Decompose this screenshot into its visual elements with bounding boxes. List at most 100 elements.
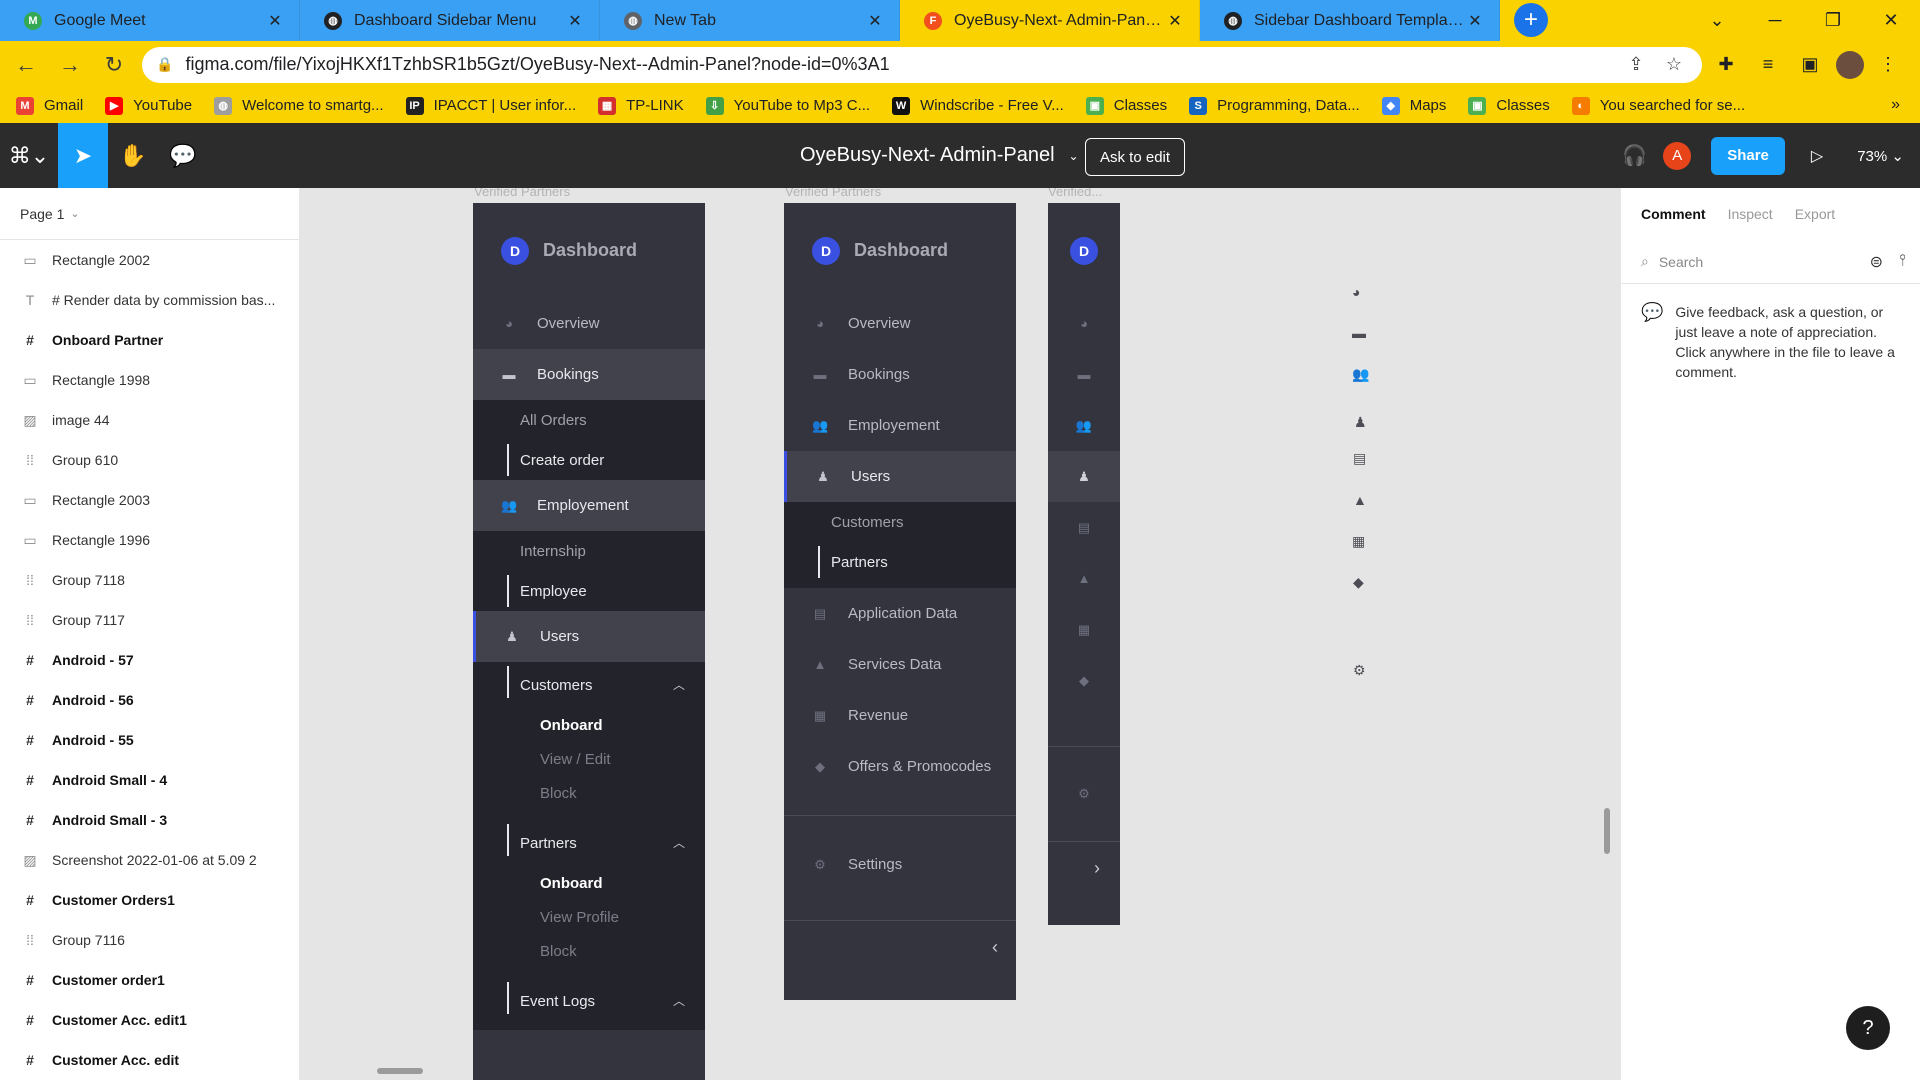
bookmark-item[interactable]: ▣ Classes	[1468, 96, 1550, 115]
sub-internship[interactable]: Internship	[473, 531, 705, 571]
layer-item[interactable]: # Onboard Partner	[0, 320, 299, 360]
reload-icon[interactable]: ↻	[96, 47, 132, 83]
sidebar-frame-full[interactable]: D Dashboard ◕ Overview ▬ Bookings 👥 Employe…	[784, 203, 1016, 1000]
sub-create-order[interactable]: Create order	[473, 440, 705, 480]
design-canvas[interactable]: Verified Partners Verified Partners Veri…	[300, 188, 1620, 1080]
sub-employee[interactable]: Employee	[473, 571, 705, 611]
horizontal-scrollbar[interactable]	[377, 1068, 423, 1074]
tab-inspect[interactable]: Inspect	[1728, 206, 1773, 222]
frame-label[interactable]: Verified...	[1048, 188, 1102, 199]
sub-partners[interactable]: Partners	[784, 542, 1016, 582]
subsub-block[interactable]: Block	[473, 934, 705, 968]
layer-item[interactable]: # Android - 56	[0, 680, 299, 720]
bookmark-item[interactable]: ◆ Maps	[1381, 96, 1446, 115]
tab-export[interactable]: Export	[1795, 206, 1835, 222]
user-avatar[interactable]: A	[1663, 141, 1692, 170]
subsub-onboard[interactable]: Onboard	[473, 866, 705, 900]
close-window-icon[interactable]: ✕	[1862, 0, 1920, 41]
address-bar[interactable]: 🔒 figma.com/file/YixojHKXf1TzhbSR1b5Gzt/…	[142, 46, 1702, 83]
nav-settings[interactable]: ⚙ Settings	[784, 839, 1016, 890]
sub-customers[interactable]: Customers	[784, 502, 1016, 542]
nav-services-data[interactable]: ▲ Services Data	[784, 639, 1016, 690]
tag-icon[interactable]: ◆	[1353, 574, 1364, 591]
layer-item[interactable]: ⁞⁞ Group 7117	[0, 600, 299, 640]
url-text[interactable]: figma.com/file/YixojHKXf1TzhbSR1b5Gzt/Oy…	[185, 54, 1612, 75]
layer-item[interactable]: ▨ image 44	[0, 400, 299, 440]
tab-search-icon[interactable]: ⌄	[1688, 0, 1746, 41]
revenue-icon[interactable]: ▦	[1048, 604, 1120, 655]
subsub-onboard[interactable]: Onboard	[473, 708, 705, 742]
present-play-icon[interactable]: ▷	[1811, 146, 1823, 166]
layer-item[interactable]: # Customer order1	[0, 960, 299, 1000]
filter-icon[interactable]: ⊜	[1870, 252, 1883, 272]
layer-item[interactable]: T # Render data by commission bas...	[0, 280, 299, 320]
gear-icon[interactable]: ⚙	[1353, 662, 1366, 679]
bookmark-item[interactable]: ▣ Classes	[1085, 96, 1167, 115]
search-placeholder[interactable]: Search	[1659, 254, 1703, 270]
bookmarks-overflow-icon[interactable]: »	[1891, 96, 1900, 114]
share-page-icon[interactable]: ⇪	[1622, 54, 1650, 75]
browser-tab[interactable]: M Google Meet ✕	[0, 0, 300, 41]
layer-item[interactable]: ▭ Rectangle 1998	[0, 360, 299, 400]
frame-label[interactable]: Verified Partners	[474, 188, 570, 199]
shapes-icon[interactable]: ▲	[1048, 553, 1120, 604]
vertical-scrollbar[interactable]	[1604, 808, 1610, 854]
layer-item[interactable]: ⁞⁞ Group 610	[0, 440, 299, 480]
close-icon[interactable]: ✕	[565, 11, 585, 31]
bookmark-item[interactable]: IP IPACCT | User infor...	[405, 96, 576, 115]
zoom-level[interactable]: 73% ⌄	[1857, 147, 1904, 165]
group-icon[interactable]: 👥	[1048, 400, 1120, 451]
tag-icon[interactable]: ◆	[1048, 655, 1120, 706]
ask-to-edit-button[interactable]: Ask to edit	[1085, 138, 1186, 176]
media-queue-icon[interactable]: ≡	[1750, 47, 1786, 83]
browser-tab[interactable]: ◍ Sidebar Dashboard Template Wit ✕	[1200, 0, 1500, 41]
help-button[interactable]: ?	[1846, 1006, 1890, 1050]
minimize-icon[interactable]: ─	[1746, 0, 1804, 41]
layer-item[interactable]: ▭ Rectangle 2002	[0, 240, 299, 280]
share-button[interactable]: Share	[1711, 136, 1785, 175]
sidebar-frame-collapsed[interactable]: D ◕ ▬ 👥 ♟ ▤ ▲ ▦ ◆ ⚙ ›	[1048, 203, 1120, 925]
layer-item[interactable]: # Android - 55	[0, 720, 299, 760]
nav-overview[interactable]: ◕ Overview	[784, 298, 1016, 349]
tab-comment[interactable]: Comment	[1641, 206, 1706, 222]
restore-icon[interactable]: ❐	[1804, 0, 1862, 41]
page-selector[interactable]: Page 1 ⌄	[0, 188, 299, 240]
pie-chart-icon[interactable]: ◕	[1352, 284, 1360, 300]
close-icon[interactable]: ✕	[1465, 11, 1485, 31]
nav-bookings[interactable]: ▬ Bookings	[473, 349, 705, 400]
close-icon[interactable]: ✕	[865, 11, 885, 31]
sub-customers[interactable]: Customers ︿	[473, 662, 705, 708]
comment-search[interactable]: ⌕ Search ⊜ ⫯	[1621, 240, 1920, 284]
bookmark-item[interactable]: ◍ Welcome to smartg...	[214, 96, 384, 115]
comment-tool-icon[interactable]: 💬	[158, 123, 208, 188]
bookmark-item[interactable]: ⇩ YouTube to Mp3 C...	[705, 96, 870, 115]
settings-sliders-icon[interactable]: ⫯	[1899, 252, 1906, 272]
sub-all-orders[interactable]: All Orders	[473, 400, 705, 440]
layer-item[interactable]: # Customer Acc. edit1	[0, 1000, 299, 1040]
layer-item[interactable]: ▨ Screenshot 2022-01-06 at 5.09 2	[0, 840, 299, 880]
bookmark-star-icon[interactable]: ☆	[1660, 54, 1688, 75]
subsub-view-profile[interactable]: View Profile	[473, 900, 705, 934]
browser-tab-active[interactable]: F OyeBusy-Next- Admin-Panel – Fi ✕	[900, 0, 1200, 41]
user-icon[interactable]: ♟	[1354, 414, 1367, 431]
bookmark-item[interactable]: ▶ YouTube	[105, 96, 192, 115]
menu-kebab-icon[interactable]: ⋮	[1870, 47, 1906, 83]
nav-employement[interactable]: 👥 Employement	[473, 480, 705, 531]
bookings-icon[interactable]: ▬	[1352, 325, 1366, 341]
browser-tab[interactable]: ◍ New Tab ✕	[600, 0, 900, 41]
lock-icon[interactable]: 🔒	[156, 56, 173, 73]
figma-menu-icon[interactable]: ⌘⌄	[0, 123, 58, 188]
new-tab-button[interactable]: +	[1514, 3, 1548, 37]
collapse-chevron-left-icon[interactable]: ‹	[784, 921, 1016, 973]
sub-partners[interactable]: Partners ︿	[473, 820, 705, 866]
bookmark-item[interactable]: ◐ You searched for se...	[1571, 96, 1745, 115]
browser-tab[interactable]: ◍ Dashboard Sidebar Menu ✕	[300, 0, 600, 41]
chevron-up-icon[interactable]: ︿	[673, 676, 685, 693]
chevron-up-icon[interactable]: ︿	[673, 834, 685, 851]
layer-item[interactable]: # Android Small - 4	[0, 760, 299, 800]
subsub-view-edit[interactable]: View / Edit	[473, 742, 705, 776]
document-icon[interactable]: ▤	[1353, 450, 1366, 467]
layer-item[interactable]: ⁞⁞ Group 7116	[0, 920, 299, 960]
bookmark-item[interactable]: ▦ TP-LINK	[598, 96, 684, 115]
layer-item[interactable]: # Customer Orders1	[0, 880, 299, 920]
